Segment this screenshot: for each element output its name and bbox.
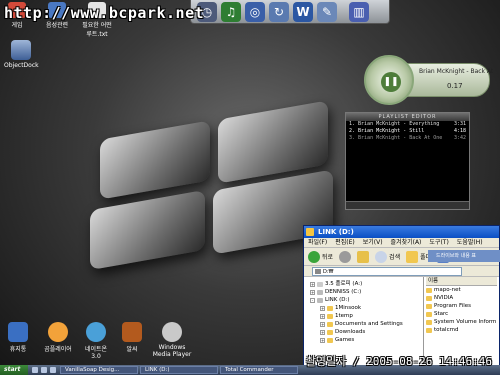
photo-timestamp: 촬영일자 / 2005-08-26 14:46:46 [305, 355, 492, 368]
tree-item[interactable]: - LINK (D:) [306, 296, 421, 304]
now-playing-track: Brian McKnight - Back At [419, 68, 494, 75]
explorer-window: LINK (D:) 파일(F) 편집(E) 보기(V) 즐겨찾기(A) 도구(T… [303, 225, 500, 365]
menu-view[interactable]: 보기(V) [363, 238, 383, 247]
column-header-name[interactable]: 이름 [426, 277, 497, 286]
playlist-controls[interactable] [346, 201, 469, 209]
drive-icon [306, 228, 314, 236]
list-item[interactable]: System Volume Inform [426, 318, 497, 326]
desktop-icon-objectdock[interactable]: ObjectDock [4, 40, 39, 69]
nateon-icon [86, 322, 106, 342]
quick-launch-icon[interactable] [50, 367, 56, 373]
tree-item[interactable]: +3.5 플로피 (A:) [306, 280, 421, 288]
player-info-bar: Brian McKnight - Back At 0.17 [404, 63, 494, 97]
playlist-item[interactable]: 2. Brian McKnight - Still 4:18 [346, 128, 469, 135]
menu-bar: 파일(F) 편집(E) 보기(V) 즐겨찾기(A) 도구(T) 도움말(H) [304, 238, 499, 248]
quick-launch [28, 367, 60, 373]
quick-launch-icon[interactable] [32, 367, 38, 373]
up-button[interactable] [357, 250, 370, 263]
desktop-icon-label: 알씨 [126, 346, 138, 353]
list-item[interactable]: mapo-net [426, 286, 497, 294]
drive-info-tab[interactable]: 드라이브와 내용 표 [428, 250, 500, 262]
media-player-widget: Brian McKnight - Back At 0.17 ❚❚ [364, 55, 494, 105]
quick-launch-icon[interactable] [41, 367, 47, 373]
folder-up-icon [357, 250, 370, 263]
back-button[interactable]: 뒤로 [308, 250, 333, 263]
desktop-icon-label: 곰플레이어 [44, 346, 72, 353]
recycle-bin-icon[interactable]: ▥ [349, 1, 369, 22]
pause-icon[interactable]: ❚❚ [381, 72, 401, 92]
playlist-item[interactable]: 1. Brian McKnight - Everything 3:31 [346, 121, 469, 128]
tree-item[interactable]: + Downloads [306, 328, 421, 336]
desktop-icon-label: Windows Media Player [152, 344, 192, 358]
desktop-icon-nateon[interactable]: 네이트온 3.0 [80, 322, 112, 360]
media-icon[interactable]: ♫ [221, 1, 241, 22]
playlist-title: PLAYLIST EDITOR [346, 113, 469, 121]
start-button[interactable]: start [0, 365, 28, 375]
forward-arrow-icon [339, 250, 352, 263]
desktop-icon-recycle-bin[interactable]: 휴지통 [6, 322, 30, 353]
tree-item[interactable]: +1Minsook [306, 304, 421, 312]
desktop-icon-label: 게임 [11, 22, 23, 29]
list-item[interactable]: NVIDIA [426, 294, 497, 302]
back-arrow-icon [308, 250, 320, 263]
address-bar: D:₩ [304, 266, 499, 277]
menu-help[interactable]: 도움말(H) [457, 238, 483, 247]
desktop-icon-label: 필요한 어떤 루트.txt [82, 22, 112, 38]
site-watermark: http://www.bcpark.net [4, 4, 205, 22]
desktop-icon-gom-player[interactable]: 곰플레이어 [42, 322, 74, 353]
search-icon [375, 250, 388, 263]
file-list: 이름 mapo-net NVIDIA Program Files Starc S… [424, 277, 499, 365]
tools-icon[interactable]: ✎ [317, 1, 337, 22]
list-item[interactable]: Program Files [426, 302, 497, 310]
forward-button[interactable] [339, 250, 352, 263]
media-player-icon [162, 322, 182, 342]
window-titlebar[interactable]: LINK (D:) [304, 226, 499, 238]
desktop-icon-label: 네이트온 3.0 [84, 346, 108, 360]
list-item[interactable]: totalcmd [426, 326, 497, 334]
recycle-bin-icon [8, 322, 28, 342]
desktop-icon-wmp[interactable]: Windows Media Player [152, 322, 192, 358]
objectdock-icon [11, 40, 31, 60]
player-control-ring[interactable]: ❚❚ [364, 55, 414, 105]
address-input[interactable]: D:₩ [312, 266, 462, 276]
refresh-icon[interactable]: ↻ [269, 1, 289, 22]
menu-edit[interactable]: 편집(E) [335, 238, 355, 247]
winamp-playlist: PLAYLIST EDITOR 1. Brian McKnight - Ever… [345, 112, 470, 210]
menu-favorites[interactable]: 즐겨찾기(A) [391, 238, 422, 247]
tree-item[interactable]: + Documents and Settings [306, 320, 421, 328]
desktop-icon-label: 휴지통 [9, 346, 27, 353]
alsee-icon [122, 322, 142, 342]
folder-tree: +3.5 플로피 (A:) + DENNISS (C:) - LINK (D:) +… [304, 277, 424, 365]
word-icon[interactable]: W [293, 1, 313, 22]
playback-time: 0.17 [447, 82, 463, 90]
object-dock: ◷ ♫ ◎ ↻ W ✎ ▥ [190, 0, 390, 24]
list-item[interactable]: Starc [426, 310, 497, 318]
tree-item[interactable]: + Games [306, 336, 421, 344]
folders-icon [406, 250, 419, 263]
globe-icon[interactable]: ◎ [245, 1, 265, 22]
tree-item[interactable]: +1temp [306, 312, 421, 320]
menu-tools[interactable]: 도구(T) [429, 238, 448, 247]
taskbar-button[interactable]: VanillaSoap Desig... [60, 366, 138, 374]
menu-file[interactable]: 파일(F) [308, 238, 327, 247]
desktop-icon-label: ObjectDock [4, 62, 39, 69]
search-button[interactable]: 검색 [375, 250, 400, 263]
taskbar-button[interactable]: LINK (D:) [140, 366, 218, 374]
playlist-item[interactable]: 3. Brian McKnight - Back At One 3:42 [346, 135, 469, 142]
taskbar-button[interactable]: Total Commander [220, 366, 298, 374]
desktop-icon-label: 음성관련 [45, 22, 69, 29]
tree-item[interactable]: + DENNISS (C:) [306, 288, 421, 296]
desktop-icon-alsee[interactable]: 알씨 [120, 322, 144, 353]
gom-player-icon [48, 322, 68, 342]
